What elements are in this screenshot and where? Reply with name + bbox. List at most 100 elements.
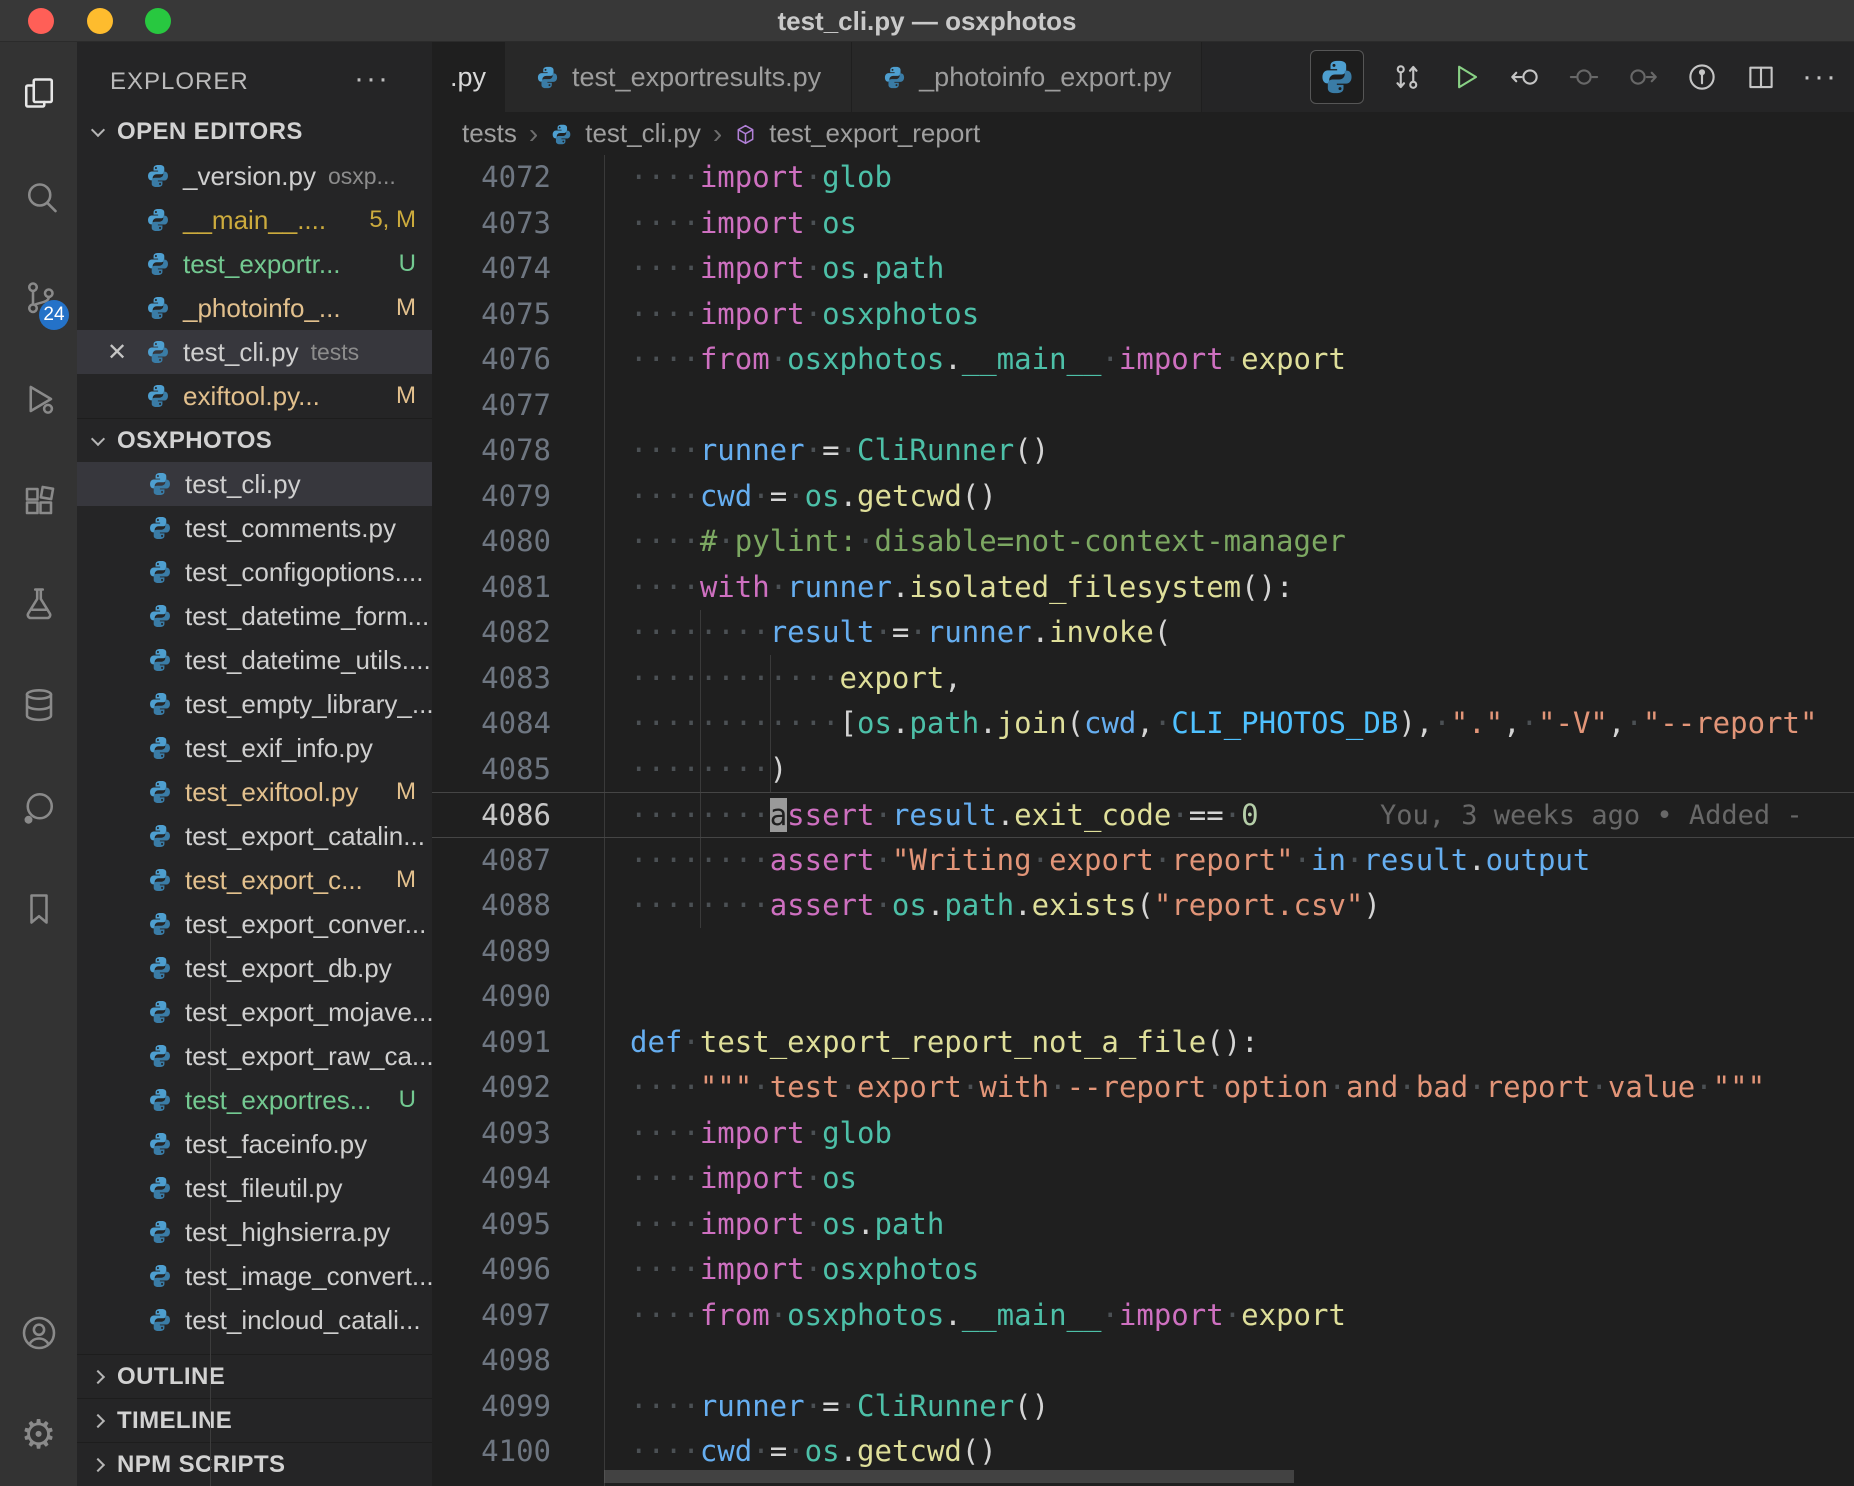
bookmarks-icon[interactable] [0,858,77,960]
code-line[interactable]: 4082········result·=·runner.invoke( [432,610,1854,656]
tree-item[interactable]: test_incloud_catali... [77,1298,432,1342]
code-line-content[interactable]: ····import·os.path [551,1202,944,1248]
open-editor-item[interactable]: _version.pyosxp... [77,154,432,198]
code-line[interactable]: 4095····import·os.path [432,1202,1854,1248]
code-line[interactable]: 4076····from·osxphotos.__main__·import·e… [432,337,1854,383]
search-icon[interactable] [0,144,77,246]
code-line[interactable]: 4090 [432,974,1854,1020]
code-line-content[interactable]: ········result·=·runner.invoke( [551,610,1171,656]
tree-item[interactable]: test_exportres...U [77,1078,432,1122]
code-line[interactable]: 4094····import·os [432,1156,1854,1202]
code-line-content[interactable]: ············[os.path.join(cwd,·CLI_PHOTO… [551,701,1817,747]
code-line[interactable]: 4083············export, [432,656,1854,702]
code-line-content[interactable]: ····import·glob [551,1111,892,1157]
settings-gear-icon[interactable]: ⚙ [0,1384,77,1486]
open-editor-item[interactable]: _photoinfo_...M [77,286,432,330]
tree-section-header[interactable]: OSXPHOTOS [77,418,432,462]
code-line[interactable]: 4089 [432,929,1854,975]
step-out-icon[interactable] [1627,61,1659,93]
code-line[interactable]: 4087········assert·"Writing·export·repor… [432,838,1854,884]
code-line-content[interactable] [551,1338,630,1384]
code-line[interactable]: 4081····with·runner.isolated_filesystem(… [432,565,1854,611]
tree-item[interactable]: test_configoptions.... [77,550,432,594]
source-control-icon[interactable]: 24 [0,246,77,348]
code-line[interactable]: 4074····import·os.path [432,246,1854,292]
code-line-content[interactable]: ········) [551,747,787,793]
tree-item[interactable]: test_export_db.py [77,946,432,990]
tree-item[interactable]: test_export_catalin... [77,814,432,858]
code-line-content[interactable]: ········assert·"Writing·export·report"·i… [551,838,1590,884]
code-line-content[interactable]: ····runner·=·CliRunner() [551,1384,1049,1430]
run-python-file-icon[interactable] [1450,61,1482,93]
step-over-icon[interactable] [1568,61,1600,93]
explorer-icon[interactable] [0,42,77,144]
code-line[interactable]: 4073····import·os [432,201,1854,247]
open-editors-header[interactable]: OPEN EDITORS [77,110,432,154]
open-editor-item[interactable]: exiftool.py...M [77,374,432,418]
code-line[interactable]: 4088········assert·os.path.exists("repor… [432,883,1854,929]
code-line[interactable]: 4091def·test_export_report_not_a_file(): [432,1020,1854,1066]
code-line[interactable]: 4085········) [432,747,1854,793]
code-line-content[interactable]: ····import·os.path [551,246,944,292]
open-editor-item[interactable]: ✕test_cli.pytests [77,330,432,374]
more-actions-icon[interactable]: ··· [1804,61,1836,93]
breadcrumb-item-symbol[interactable]: test_export_report [769,118,980,149]
code-line[interactable]: 4099····runner·=·CliRunner() [432,1384,1854,1430]
code-line-content[interactable]: ····with·runner.isolated_filesystem(): [551,565,1294,611]
sidebar-section-npm-scripts[interactable]: NPM SCRIPTS [77,1442,432,1486]
code-line[interactable]: 4080····#·pylint:·disable=not-context-ma… [432,519,1854,565]
code-line[interactable]: 4086········assert·result.exit_code·==·0… [432,792,1854,838]
code-line[interactable]: 4072····import·glob [432,155,1854,201]
code-line-content[interactable] [551,974,630,1020]
tree-item[interactable]: test_export_raw_ca... [77,1034,432,1078]
editor-tab[interactable]: _photoinfo_export.py [852,42,1202,112]
code-line-content[interactable]: ····import·glob [551,155,892,201]
code-line-content[interactable]: ····from·osxphotos.__main__·import·expor… [551,337,1346,383]
code-line[interactable]: 4098 [432,1338,1854,1384]
code-line-content[interactable]: ····runner·=·CliRunner() [551,428,1049,474]
code-line[interactable]: 4097····from·osxphotos.__main__·import·e… [432,1293,1854,1339]
code-line-content[interactable] [551,929,630,975]
tree-item[interactable]: test_empty_library_... [77,682,432,726]
code-line-content[interactable]: ············export, [551,656,962,702]
code-line-content[interactable]: ····"""·test·export·with·--report·option… [551,1065,1765,1111]
extensions-icon[interactable] [0,450,77,552]
code-line-content[interactable]: ····import·osxphotos [551,1247,979,1293]
code-line[interactable]: 4100····cwd·=·os.getcwd() [432,1429,1854,1475]
tree-item[interactable]: test_datetime_form... [77,594,432,638]
code-line-content[interactable]: ····import·os [551,201,857,247]
debug-run-icon[interactable] [1686,61,1718,93]
code-line-content[interactable]: ········assert·result.exit_code·==·0 [551,793,1259,837]
database-icon[interactable] [0,654,77,756]
tree-item[interactable]: test_export_mojave... [77,990,432,1034]
code-line-content[interactable]: def·test_export_report_not_a_file(): [551,1020,1259,1066]
open-editor-item[interactable]: __main__....5, M [77,198,432,242]
tree-item[interactable]: test_datetime_utils.... [77,638,432,682]
python-interpreter-button[interactable] [1310,50,1364,104]
code-line[interactable]: 4077 [432,383,1854,429]
breadcrumb-item-file[interactable]: test_cli.py [585,118,701,149]
step-back-icon[interactable] [1509,61,1541,93]
code-line-content[interactable]: ····cwd·=·os.getcwd() [551,1429,997,1475]
code-line[interactable]: 4096····import·osxphotos [432,1247,1854,1293]
code-line[interactable]: 4075····import·osxphotos [432,292,1854,338]
code-line-content[interactable] [551,383,630,429]
tree-item[interactable]: test_exif_info.py [77,726,432,770]
code-line-content[interactable]: ····#·pylint:·disable=not-context-manage… [551,519,1346,565]
code-line-content[interactable]: ····import·os [551,1156,857,1202]
run-debug-icon[interactable] [0,348,77,450]
sidebar-section-outline[interactable]: OUTLINE [77,1354,432,1398]
jupyter-icon[interactable] [0,756,77,858]
open-changes-icon[interactable] [1391,61,1423,93]
tree-item[interactable]: test_export_c...M [77,858,432,902]
code-line[interactable]: 4084············[os.path.join(cwd,·CLI_P… [432,701,1854,747]
code-line[interactable]: 4093····import·glob [432,1111,1854,1157]
views-more-actions-icon[interactable]: ··· [354,62,390,96]
code-line[interactable]: 4079····cwd·=·os.getcwd() [432,474,1854,520]
code-line-content[interactable]: ········assert·os.path.exists("report.cs… [551,883,1381,929]
horizontal-scrollbar[interactable] [604,1470,1294,1483]
tree-item[interactable]: test_fileutil.py [77,1166,432,1210]
code-line-content[interactable]: ····import·osxphotos [551,292,979,338]
editor-tab[interactable]: test_exportresults.py [505,42,852,112]
sidebar-section-timeline[interactable]: TIMELINE [77,1398,432,1442]
